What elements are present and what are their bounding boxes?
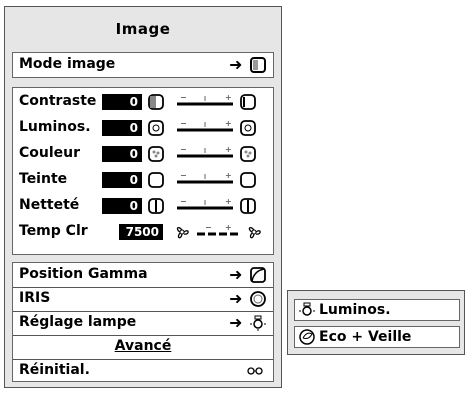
lamp-icon bbox=[250, 315, 266, 331]
lamp-label: Réglage lampe bbox=[19, 314, 137, 330]
brightness-high-icon bbox=[240, 120, 256, 136]
arrow-right-icon: ➜ bbox=[229, 313, 243, 332]
color-low-icon bbox=[148, 146, 164, 162]
tint-slider[interactable]: − + bbox=[175, 171, 235, 189]
lamp-submenu: Luminos. Eco + Veille bbox=[287, 290, 465, 355]
fan-high-icon bbox=[248, 227, 261, 239]
iris-label: IRIS bbox=[19, 290, 51, 306]
brightness-row[interactable]: Luminos. 0 − + bbox=[13, 116, 273, 140]
color-high-icon bbox=[240, 146, 256, 162]
sharpness-slider[interactable]: − + bbox=[175, 197, 235, 215]
svg-text:+: + bbox=[225, 197, 232, 206]
brightness-slider[interactable]: − + bbox=[175, 119, 235, 137]
tint-high-icon bbox=[240, 172, 256, 188]
lamp-icon bbox=[299, 302, 315, 316]
svg-text:−: − bbox=[180, 119, 187, 128]
color-row[interactable]: Couleur 0 − + bbox=[13, 142, 273, 166]
contrast-low-icon bbox=[148, 94, 164, 110]
svg-text:−: − bbox=[180, 197, 187, 206]
gamma-row[interactable]: Position Gamma ➜ bbox=[13, 263, 273, 287]
menu-title: Image bbox=[115, 20, 171, 38]
color-value: 0 bbox=[102, 146, 142, 162]
picture-mode-icon bbox=[250, 57, 266, 73]
adjustment-panel: Contraste 0 − + Luminos. 0 − + Couleur 0 −… bbox=[12, 87, 274, 255]
mode-image-label: Mode image bbox=[19, 56, 116, 72]
gamma-label: Position Gamma bbox=[19, 266, 148, 282]
mode-image-row[interactable]: Mode image ➜ bbox=[13, 53, 273, 77]
lower-panel: Position Gamma ➜ IRIS ➜ Réglage lampe ➜ … bbox=[12, 262, 274, 382]
iris-row[interactable]: IRIS ➜ bbox=[13, 287, 273, 311]
lamp-option-label: Luminos. bbox=[319, 302, 391, 318]
tint-row[interactable]: Teinte 0 − + bbox=[13, 168, 273, 192]
color-temp-value: 7500 bbox=[119, 224, 163, 240]
color-label: Couleur bbox=[19, 145, 81, 161]
contrast-value: 0 bbox=[102, 94, 142, 110]
lamp-option-brightness[interactable]: Luminos. bbox=[294, 299, 460, 321]
reset-row[interactable]: Réinitial. bbox=[13, 359, 273, 383]
lamp-option-label: Eco + Veille bbox=[319, 329, 412, 345]
fan-low-icon bbox=[176, 227, 189, 239]
contrast-row[interactable]: Contraste 0 − + bbox=[13, 90, 273, 114]
svg-text:−: − bbox=[180, 93, 187, 102]
mode-image-panel: Mode image ➜ bbox=[12, 52, 274, 78]
arrow-right-icon: ➜ bbox=[229, 265, 243, 284]
sharpness-high-icon bbox=[240, 198, 256, 214]
arrow-right-icon: ➜ bbox=[229, 55, 243, 74]
iris-icon bbox=[250, 291, 266, 307]
eco-icon bbox=[299, 329, 315, 345]
contrast-slider[interactable]: − + bbox=[175, 93, 235, 111]
color-temp-slider[interactable]: − + bbox=[195, 223, 241, 241]
sharpness-value: 0 bbox=[102, 198, 142, 214]
lamp-row[interactable]: Réglage lampe ➜ bbox=[13, 311, 273, 335]
svg-text:−: − bbox=[205, 223, 212, 232]
tint-label: Teinte bbox=[19, 171, 68, 187]
brightness-low-icon bbox=[148, 120, 164, 136]
sharpness-row[interactable]: Netteté 0 − + bbox=[13, 194, 273, 218]
color-temp-row[interactable]: Temp Clr 7500 − + bbox=[13, 220, 273, 244]
contrast-label: Contraste bbox=[19, 93, 97, 109]
svg-text:+: + bbox=[225, 93, 232, 102]
lamp-option-eco[interactable]: Eco + Veille bbox=[294, 326, 460, 348]
tint-low-icon bbox=[148, 172, 164, 188]
svg-text:−: − bbox=[180, 171, 187, 180]
color-slider[interactable]: − + bbox=[175, 145, 235, 163]
color-temp-label: Temp Clr bbox=[19, 223, 88, 239]
svg-text:+: + bbox=[225, 223, 232, 232]
contrast-high-icon bbox=[240, 94, 256, 110]
advanced-row[interactable]: Avancé bbox=[13, 335, 273, 359]
svg-text:+: + bbox=[225, 145, 232, 154]
brightness-value: 0 bbox=[102, 120, 142, 136]
gamma-icon bbox=[250, 267, 266, 283]
reset-icon bbox=[247, 367, 263, 375]
arrow-right-icon: ➜ bbox=[229, 289, 243, 308]
image-menu: Image Mode image ➜ Contraste 0 − + Lumino… bbox=[4, 6, 282, 388]
sharpness-label: Netteté bbox=[19, 197, 80, 213]
svg-text:+: + bbox=[225, 171, 232, 180]
svg-text:+: + bbox=[225, 119, 232, 128]
tint-value: 0 bbox=[102, 172, 142, 188]
brightness-label: Luminos. bbox=[19, 119, 91, 135]
advanced-label: Avancé bbox=[114, 338, 172, 354]
svg-text:−: − bbox=[180, 145, 187, 154]
sharpness-low-icon bbox=[148, 198, 164, 214]
reset-label: Réinitial. bbox=[19, 362, 90, 378]
